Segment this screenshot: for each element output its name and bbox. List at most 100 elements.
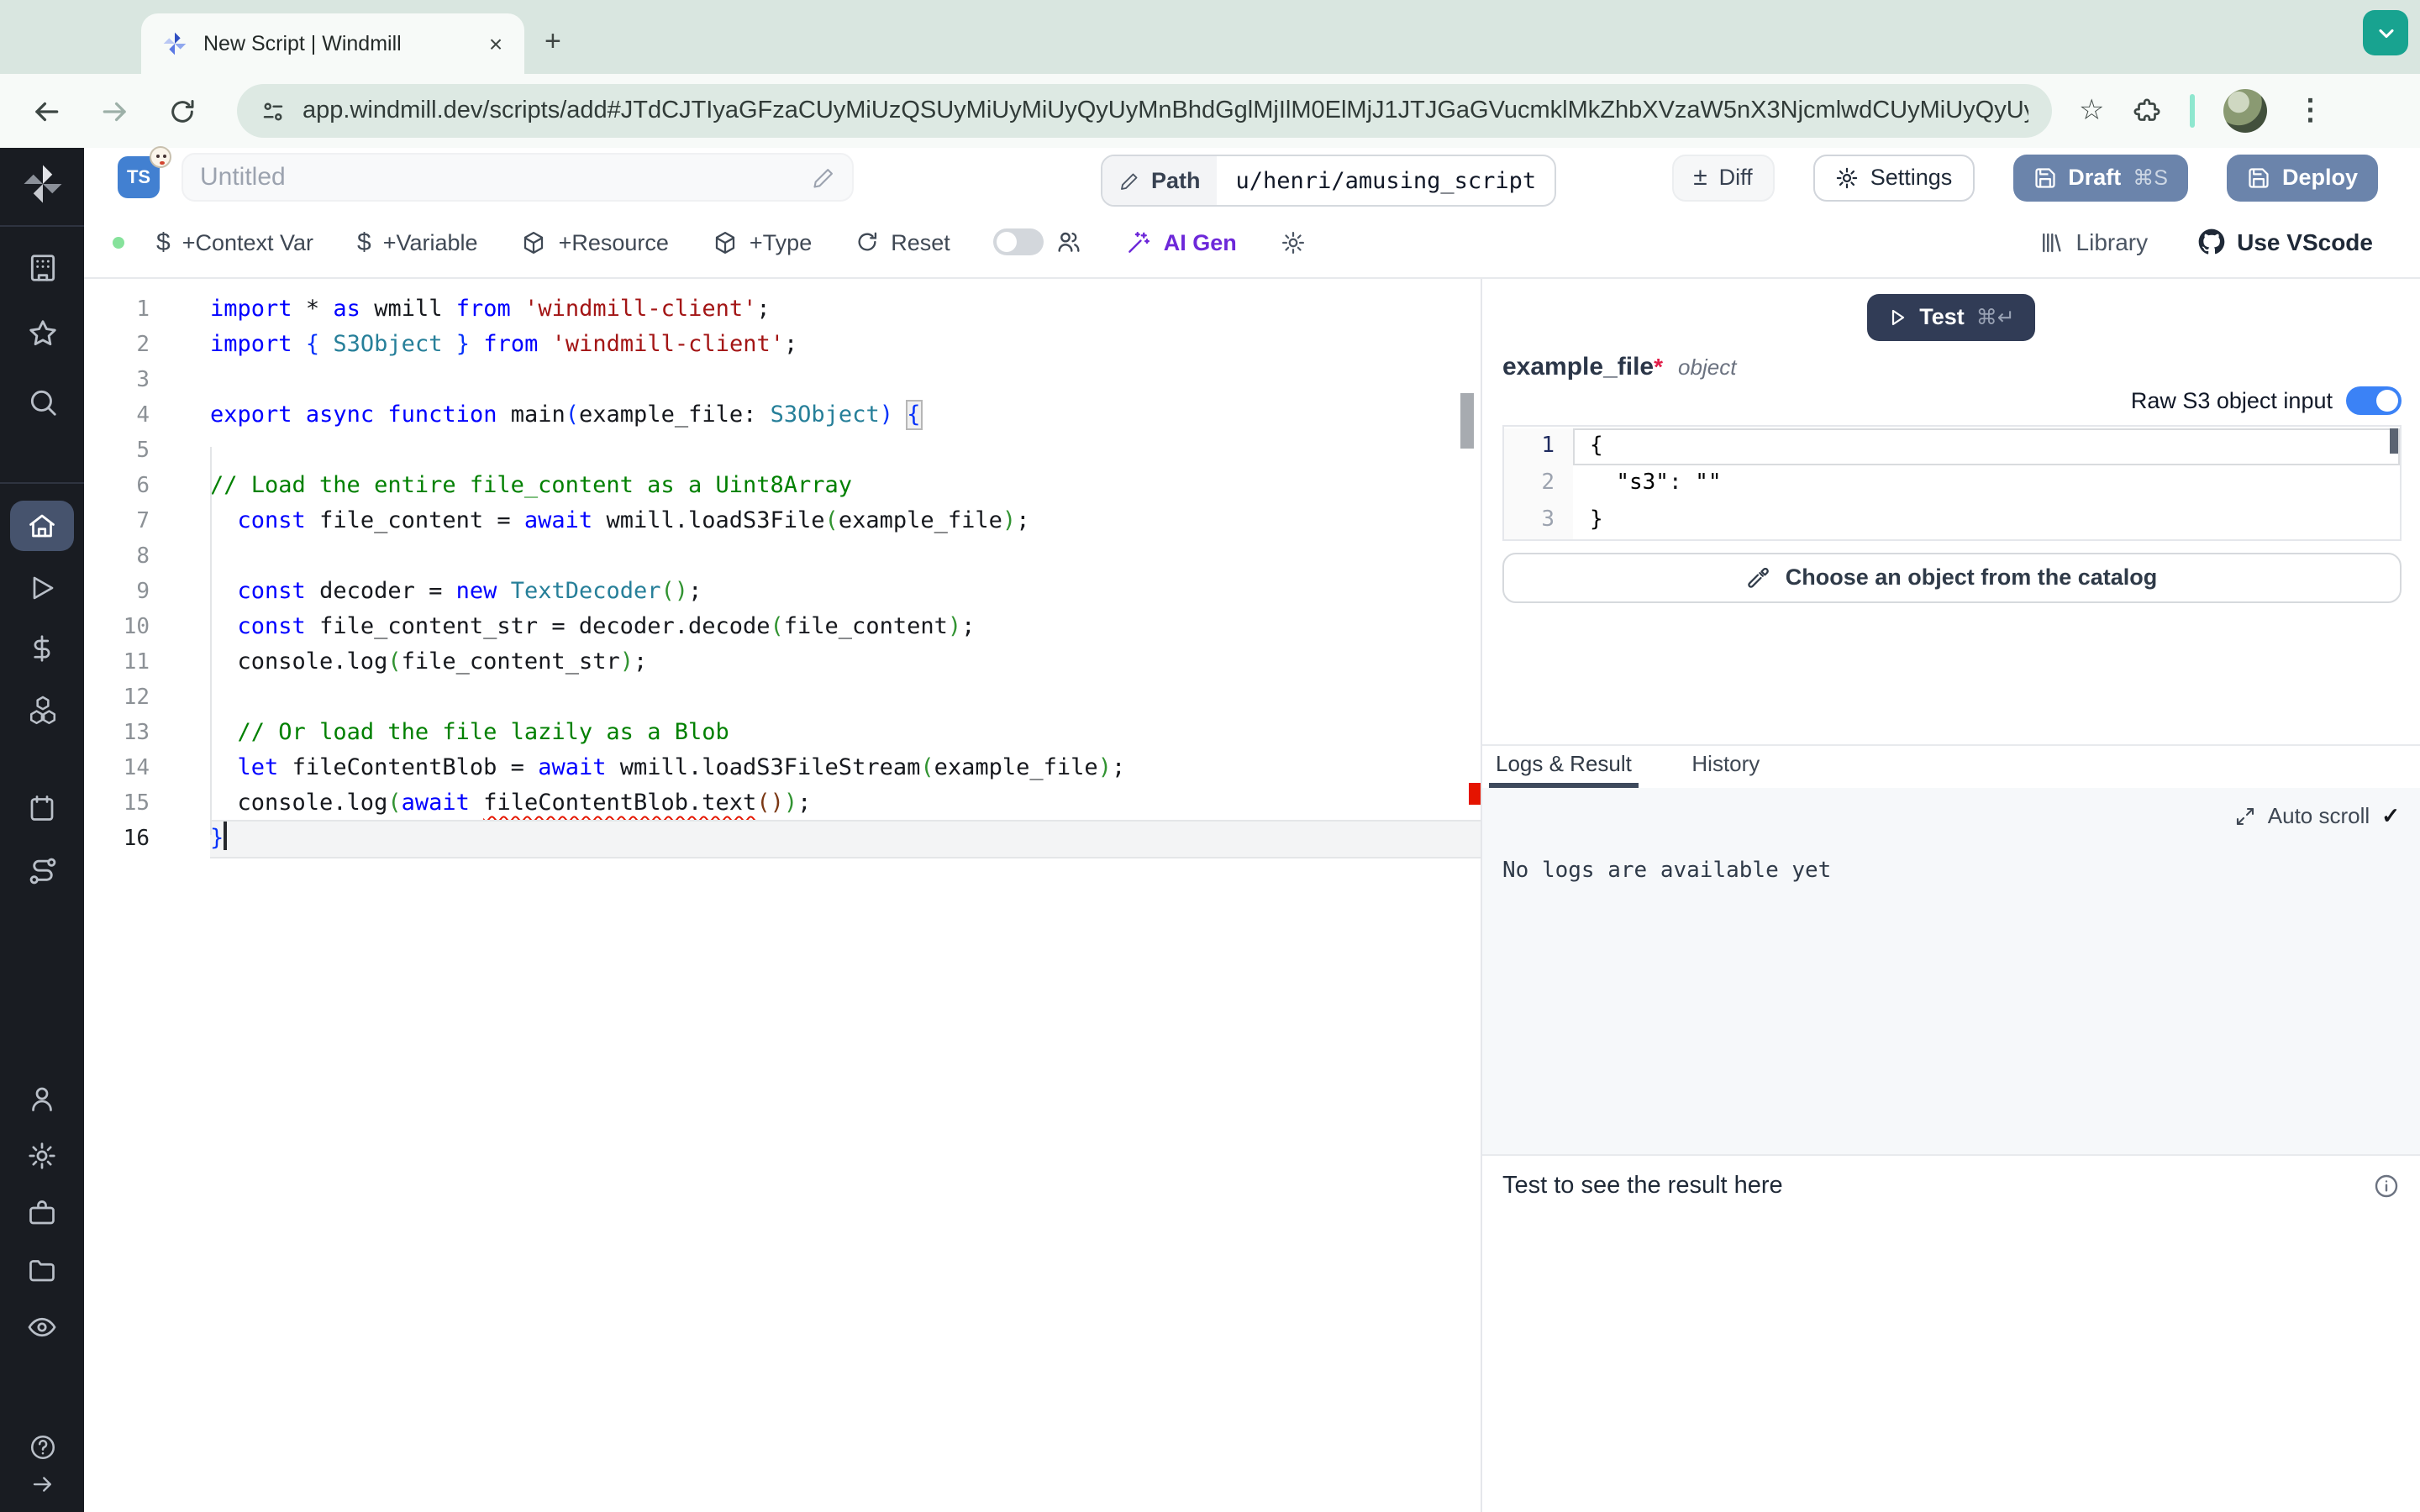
code-line[interactable]: 1import * as wmill from 'windmill-client… bbox=[84, 292, 1481, 328]
reset-button[interactable]: Reset bbox=[855, 230, 950, 255]
code-line[interactable]: 15 console.log(await fileContentBlob.tex… bbox=[84, 786, 1481, 822]
test-button[interactable]: Test ⌘↵ bbox=[1867, 294, 2035, 341]
draft-button[interactable]: Draft ⌘S bbox=[2012, 155, 2188, 202]
line-number: 3 bbox=[84, 363, 150, 398]
diff-button[interactable]: ± Diff bbox=[1671, 155, 1775, 202]
code-line[interactable]: 13 // Or load the file lazily as a Blob bbox=[84, 716, 1481, 751]
code-line[interactable]: 6// Load the entire file_content as a Ui… bbox=[84, 469, 1481, 504]
forward-icon[interactable] bbox=[99, 95, 131, 127]
browser-menu-icon[interactable]: ⋮ bbox=[2296, 94, 2325, 128]
tab-close-icon[interactable]: × bbox=[481, 30, 511, 57]
library-button[interactable]: Library bbox=[2039, 229, 2149, 256]
line-number: 14 bbox=[84, 751, 150, 786]
code-line[interactable]: 8 bbox=[84, 539, 1481, 575]
raw-s3-toggle[interactable] bbox=[2346, 386, 2402, 415]
windmill-favicon-icon bbox=[161, 30, 188, 57]
info-icon[interactable] bbox=[2373, 1173, 2400, 1200]
sidebar-item-home[interactable] bbox=[0, 501, 84, 551]
windmill-app-window: New Script | Windmill × + app.windmill.d… bbox=[0, 0, 2420, 1512]
line-number: 6 bbox=[84, 469, 150, 504]
bookmark-star-icon[interactable]: ☆ bbox=[2079, 94, 2105, 128]
side-panel-divider bbox=[2191, 94, 2196, 128]
line-number: 5 bbox=[84, 433, 150, 469]
profile-avatar[interactable] bbox=[2224, 89, 2268, 133]
sidebar-item-resources[interactable] bbox=[0, 694, 84, 726]
editor-settings-button[interactable] bbox=[1281, 230, 1306, 255]
sidebar-item-settings[interactable] bbox=[0, 1141, 84, 1171]
add-resource-button[interactable]: +Resource bbox=[522, 230, 669, 255]
magic-wand-icon bbox=[1127, 230, 1152, 255]
summary-input[interactable]: Untitled bbox=[182, 154, 854, 202]
expand-icon bbox=[2236, 806, 2256, 827]
required-marker: * bbox=[1654, 353, 1663, 380]
editor-scrollbar[interactable] bbox=[1460, 393, 1474, 449]
sidebar-item-variables[interactable] bbox=[0, 633, 84, 664]
code-line[interactable]: 3} bbox=[1504, 502, 2400, 539]
kid-emoji-badge bbox=[150, 147, 171, 169]
settings-button[interactable]: Settings bbox=[1813, 155, 1975, 202]
error-marker bbox=[1469, 783, 1481, 805]
sidebar-item-flows[interactable] bbox=[0, 855, 84, 887]
draft-shortcut: ⌘S bbox=[2133, 165, 2168, 191]
code-line[interactable]: 7 const file_content = await wmill.loadS… bbox=[84, 504, 1481, 539]
code-editor[interactable]: 1import * as wmill from 'windmill-client… bbox=[84, 279, 1481, 1512]
line-number: 11 bbox=[84, 645, 150, 680]
back-icon[interactable] bbox=[30, 95, 62, 127]
extensions-icon[interactable] bbox=[2133, 97, 2162, 125]
reload-icon[interactable] bbox=[168, 97, 197, 125]
code-line[interactable]: 10 const file_content_str = decoder.deco… bbox=[84, 610, 1481, 645]
deploy-button[interactable]: Deploy bbox=[2227, 155, 2378, 202]
package-icon bbox=[522, 230, 547, 255]
address-bar[interactable]: app.windmill.dev/scripts/add#JTdCJTIyaGF… bbox=[237, 84, 2052, 138]
github-cat-icon bbox=[2198, 229, 2225, 256]
expand-sidebar-icon[interactable] bbox=[0, 1472, 84, 1497]
help-icon[interactable] bbox=[0, 1433, 84, 1462]
code-line[interactable]: 9 const decoder = new TextDecoder(); bbox=[84, 575, 1481, 610]
sidebar-item-workspace[interactable] bbox=[0, 252, 84, 284]
auto-scroll-control[interactable]: Auto scroll ✓ bbox=[2236, 803, 2400, 830]
code-line[interactable]: 3 bbox=[84, 363, 1481, 398]
choose-object-button[interactable]: Choose an object from the catalog bbox=[1502, 553, 2402, 603]
add-type-button[interactable]: +Type bbox=[713, 230, 812, 255]
code-line[interactable]: 4export async function main(example_file… bbox=[84, 398, 1481, 433]
ai-gen-button[interactable]: AI Gen bbox=[1127, 230, 1237, 255]
code-line[interactable]: 11 console.log(file_content_str); bbox=[84, 645, 1481, 680]
sidebar-item-search[interactable] bbox=[0, 386, 84, 418]
tab-search-button[interactable] bbox=[2363, 10, 2408, 55]
add-variable-button[interactable]: $ +Variable bbox=[357, 228, 478, 257]
sidebar-divider bbox=[0, 225, 84, 227]
raw-s3-label: Raw S3 object input bbox=[2131, 388, 2333, 413]
sidebar-item-workers[interactable] bbox=[0, 1198, 84, 1228]
new-tab-button[interactable]: + bbox=[544, 25, 561, 59]
code-line[interactable]: 16} bbox=[84, 822, 1481, 857]
code-line[interactable]: 2import { S3Object } from 'windmill-clie… bbox=[84, 328, 1481, 363]
no-logs-message: No logs are available yet bbox=[1502, 858, 1831, 884]
windmill-logo-icon[interactable] bbox=[0, 161, 84, 207]
package-icon bbox=[713, 230, 738, 255]
checkmark-icon: ✓ bbox=[2381, 803, 2400, 830]
code-line[interactable]: 14 let fileContentBlob = await wmill.loa… bbox=[84, 751, 1481, 786]
use-vscode-button[interactable]: Use VScode bbox=[2198, 229, 2373, 256]
code-line[interactable]: 1{ bbox=[1504, 428, 2400, 465]
browser-tab[interactable]: New Script | Windmill × bbox=[141, 13, 524, 74]
code-line[interactable]: 2 "s3": "" bbox=[1504, 465, 2400, 502]
site-settings-icon[interactable] bbox=[260, 98, 286, 123]
sidebar-item-audit-logs[interactable] bbox=[0, 1312, 84, 1342]
sidebar-item-schedules[interactable] bbox=[0, 793, 84, 823]
code-line[interactable]: 5 bbox=[84, 433, 1481, 469]
sidebar-item-runs[interactable] bbox=[0, 573, 84, 603]
multiplayer-toggle[interactable] bbox=[994, 229, 1083, 256]
json-scrollbar[interactable] bbox=[2390, 428, 2398, 454]
edit-pencil-icon[interactable] bbox=[812, 166, 835, 190]
json-input-editor[interactable]: 1{2 "s3": ""3} bbox=[1502, 425, 2402, 541]
tab-logs-result[interactable]: Logs & Result bbox=[1489, 746, 1639, 788]
sidebar-item-folders[interactable] bbox=[0, 1255, 84, 1285]
sidebar-item-favorites[interactable] bbox=[0, 318, 84, 349]
code-line[interactable]: 12 bbox=[84, 680, 1481, 716]
tab-history[interactable]: History bbox=[1659, 746, 1793, 788]
toggle-off[interactable] bbox=[994, 229, 1044, 256]
add-context-var-button[interactable]: $ +Context Var bbox=[156, 228, 313, 257]
refresh-icon bbox=[855, 231, 879, 255]
path-field[interactable]: Path u/henri/amusing_script bbox=[1101, 155, 1556, 207]
sidebar-item-users[interactable] bbox=[0, 1084, 84, 1114]
